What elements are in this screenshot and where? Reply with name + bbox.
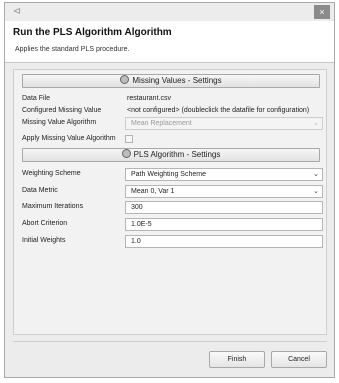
apply-missing-value-label: Apply Missing Value Algorithm bbox=[22, 135, 116, 142]
maximum-iterations-label: Maximum Iterations bbox=[22, 203, 84, 210]
weighting-scheme-value: Path Weighting Scheme bbox=[131, 171, 206, 178]
maximum-iterations-input[interactable]: 300 bbox=[125, 201, 323, 214]
initial-weights-label: Initial Weights bbox=[22, 237, 66, 244]
chevron-down-icon: ⌄ bbox=[313, 120, 319, 127]
chevron-down-icon: ⌄ bbox=[313, 171, 319, 178]
dialog-header: Run the PLS Algorithm Algorithm Applies … bbox=[5, 21, 334, 63]
abort-criterion-input[interactable]: 1.0E-5 bbox=[125, 218, 323, 231]
configured-missing-value[interactable]: <not configured> (doubleclick the datafi… bbox=[127, 107, 309, 114]
footer-divider bbox=[13, 341, 327, 342]
data-metric-value: Mean 0, Var 1 bbox=[131, 188, 175, 195]
title-bar: ⊲ × bbox=[5, 3, 334, 21]
configured-missing-value-label: Configured Missing Value bbox=[22, 107, 102, 114]
dialog-description: Applies the standard PLS procedure. bbox=[15, 46, 130, 53]
missing-values-settings-label: Missing Values - Settings bbox=[132, 76, 222, 85]
chevron-down-icon: ⌄ bbox=[313, 188, 319, 195]
missing-value-algorithm-value: Mean Replacement bbox=[131, 120, 192, 127]
initial-weights-input[interactable]: 1.0 bbox=[125, 235, 323, 248]
missing-value-algorithm-label: Missing Value Algorithm bbox=[22, 119, 97, 126]
pls-algorithm-settings-button[interactable]: PLS Algorithm - Settings bbox=[22, 148, 320, 162]
pls-algorithm-settings-label: PLS Algorithm - Settings bbox=[133, 150, 221, 159]
abort-criterion-label: Abort Criterion bbox=[22, 220, 68, 227]
close-button[interactable]: × bbox=[314, 5, 330, 19]
app-icon: ⊲ bbox=[12, 6, 22, 17]
dialog-window: ⊲ × Run the PLS Algorithm Algorithm Appl… bbox=[4, 2, 335, 378]
dialog-title: Run the PLS Algorithm Algorithm bbox=[13, 27, 172, 38]
data-file-value: restaurant.csv bbox=[127, 95, 171, 102]
settings-gear-icon bbox=[120, 75, 130, 84]
data-metric-select[interactable]: Mean 0, Var 1 ⌄ bbox=[125, 185, 323, 198]
settings-panel: Missing Values - Settings Data File rest… bbox=[13, 69, 327, 335]
missing-value-algorithm-select: Mean Replacement ⌄ bbox=[125, 117, 323, 130]
cancel-button[interactable]: Cancel bbox=[271, 351, 327, 368]
weighting-scheme-select[interactable]: Path Weighting Scheme ⌄ bbox=[125, 168, 323, 181]
apply-missing-value-checkbox[interactable] bbox=[125, 135, 133, 143]
data-metric-label: Data Metric bbox=[22, 187, 58, 194]
settings-gear-icon bbox=[121, 149, 131, 158]
data-file-label: Data File bbox=[22, 95, 51, 102]
weighting-scheme-label: Weighting Scheme bbox=[22, 170, 81, 177]
missing-values-settings-button[interactable]: Missing Values - Settings bbox=[22, 74, 320, 88]
finish-button[interactable]: Finish bbox=[209, 351, 265, 368]
